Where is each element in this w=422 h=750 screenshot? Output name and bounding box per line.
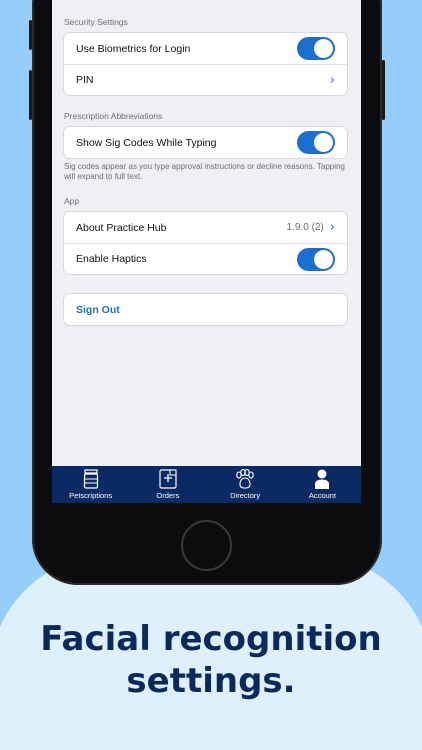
biometrics-row: Use Biometrics for Login [64,33,347,64]
about-label: About Practice Hub [76,221,167,234]
chevron-right-icon: › [329,220,335,235]
app-header: App [64,196,80,206]
pin-row[interactable]: PIN › [64,64,347,95]
version-value: 1.9.0 (2) [286,222,324,233]
marketing-caption: Facial recognition settings. [0,618,422,702]
tab-account[interactable]: Account [284,466,361,503]
order-form-icon [159,469,177,489]
settings-screen: Security Settings Use Biometrics for Log… [52,0,361,503]
chevron-right-icon: › [329,72,335,88]
tab-bar: Petscriptions Orders Directory Account [52,466,361,503]
sig-codes-note: Sig codes appear as you type approval in… [64,162,345,181]
person-icon [315,469,330,489]
biometrics-toggle[interactable] [297,37,335,60]
prescription-abbreviations-header: Prescription Abbreviations [64,111,163,121]
tab-directory[interactable]: Directory [207,466,284,503]
tab-label: Directory [230,491,261,500]
caption-line-2: settings. [126,661,296,701]
sig-codes-row: Show Sig Codes While Typing [64,127,347,158]
sign-out-button[interactable]: Sign Out [64,294,347,325]
sign-out-label: Sign Out [76,303,120,316]
tab-label: Petscriptions [69,491,113,500]
sign-out-card: Sign Out [63,293,348,326]
app-card: About Practice Hub 1.9.0 (2) › Enable Ha… [63,211,348,275]
tab-petscriptions[interactable]: Petscriptions [52,466,129,503]
pin-label: PIN [76,74,94,86]
paw-icon [236,469,254,489]
pill-bottle-icon [83,469,98,489]
caption-line-1: Facial recognition [40,619,382,659]
tab-label: Orders [156,491,180,500]
about-row[interactable]: About Practice Hub 1.9.0 (2) › [64,212,347,243]
tab-label: Account [308,491,336,500]
sig-codes-label: Show Sig Codes While Typing [76,136,217,149]
haptics-row: Enable Haptics [64,243,347,274]
sig-codes-toggle[interactable] [297,131,335,154]
tab-orders[interactable]: Orders [129,466,206,503]
biometrics-label: Use Biometrics for Login [76,42,191,55]
prescription-card: Show Sig Codes While Typing [63,126,348,159]
security-settings-card: Use Biometrics for Login PIN › [63,32,348,96]
haptics-toggle[interactable] [297,247,335,271]
home-button [181,520,232,571]
security-settings-header: Security Settings [64,17,128,27]
haptics-label: Enable Haptics [76,253,147,265]
